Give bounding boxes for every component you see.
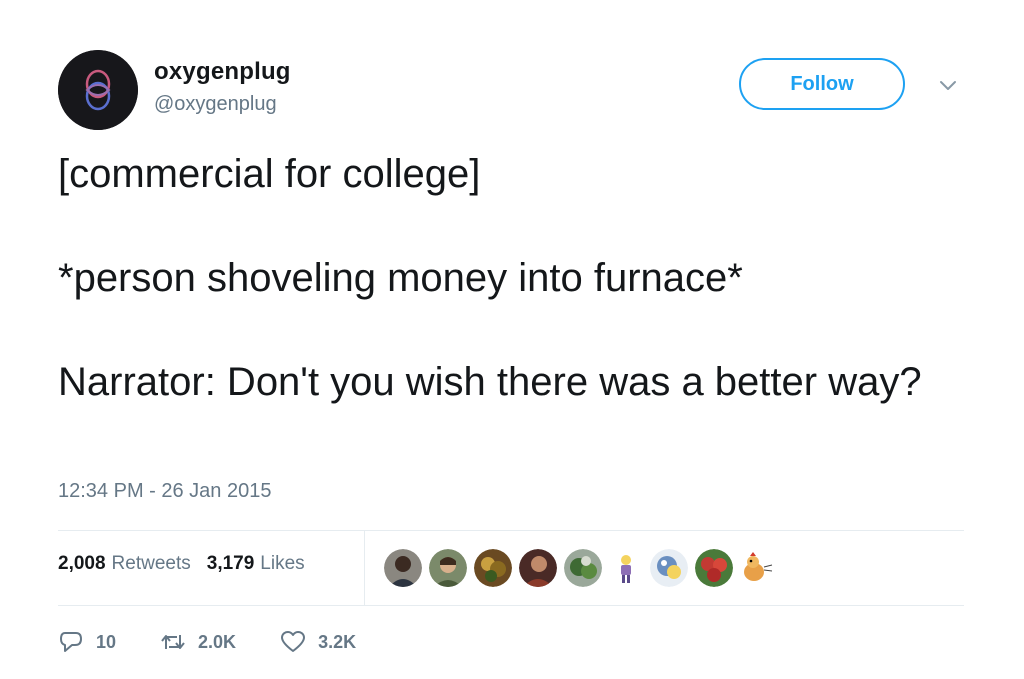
likes-count[interactable]: 3,179	[207, 553, 255, 575]
tweet-actions: 10 2.0K 3.2K	[58, 624, 400, 660]
tweet-text-line: [commercial for college]	[58, 152, 481, 196]
chevron-down-icon[interactable]	[938, 78, 958, 92]
stats-separator	[364, 531, 365, 605]
liker-avatar[interactable]	[474, 549, 512, 587]
like-count: 3.2K	[318, 631, 357, 652]
reply-button[interactable]: 10	[58, 629, 116, 655]
reply-count: 10	[96, 631, 117, 652]
avatar-person-green-icon	[429, 549, 467, 587]
avatar-person-red-icon	[519, 549, 557, 587]
like-button[interactable]: 3.2K	[280, 629, 356, 655]
avatar-logo-icon	[58, 50, 138, 130]
user-handle[interactable]: @oxygenplug	[154, 93, 277, 116]
user-avatar[interactable]	[58, 50, 138, 130]
divider	[58, 530, 964, 531]
tweet-text-line: *person shoveling money into furnace*	[58, 256, 743, 300]
liker-avatar[interactable]	[429, 549, 467, 587]
retweets-count[interactable]: 2,008	[58, 553, 106, 575]
tweet-text: [commercial for college] *person shoveli…	[58, 148, 958, 408]
avatar-plant-icon	[474, 549, 512, 587]
divider	[58, 605, 964, 606]
liker-avatar[interactable]	[695, 549, 733, 587]
avatar-person-dark-icon	[384, 549, 422, 587]
liker-avatar[interactable]	[740, 551, 774, 585]
retweet-count: 2.0K	[198, 631, 237, 652]
tweet-timestamp[interactable]: 12:34 PM - 26 Jan 2015	[58, 480, 271, 503]
liker-avatar[interactable]	[650, 549, 688, 587]
avatar-cartoon-chicken-icon	[744, 552, 773, 581]
avatar-strawberries-icon	[695, 549, 733, 587]
liker-avatars	[384, 546, 781, 590]
liker-avatar[interactable]	[519, 549, 557, 587]
liker-avatar[interactable]	[609, 551, 643, 585]
tweet-card: oxygenplug @oxygenplug Follow [commercia…	[0, 0, 1024, 679]
liker-avatar[interactable]	[384, 549, 422, 587]
tweet-text-line: Narrator: Don't you wish there was a bet…	[58, 360, 922, 404]
heart-icon	[281, 631, 306, 652]
reply-icon	[60, 632, 82, 652]
retweet-button[interactable]: 2.0K	[160, 629, 236, 655]
follow-button[interactable]: Follow	[739, 58, 905, 110]
likes-label[interactable]: Likes	[260, 553, 304, 575]
tweet-stats: 2,008 Retweets 3,179 Likes	[58, 553, 305, 575]
avatar-cartoon-blue-icon	[650, 549, 688, 587]
display-name[interactable]: oxygenplug	[154, 58, 291, 86]
liker-avatar[interactable]	[564, 549, 602, 587]
retweets-label[interactable]: Retweets	[112, 553, 191, 575]
avatar-cartoon-purple-icon	[621, 555, 631, 583]
avatar-nature-icon	[564, 549, 602, 587]
retweet-icon	[161, 635, 185, 649]
